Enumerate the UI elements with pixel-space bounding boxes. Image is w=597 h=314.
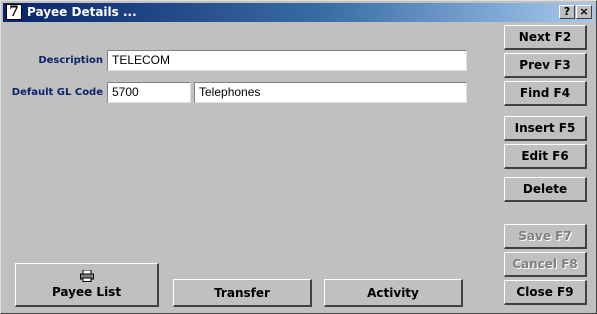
payee-list-label: Payee List [51,285,122,299]
delete-button[interactable]: Delete [504,177,587,202]
payee-details-window: 7 Payee Details ... ? × Description TELE… [0,0,597,314]
description-field[interactable]: TELECOM [107,50,467,71]
transfer-button[interactable]: Transfer [173,279,312,307]
title-bar[interactable]: 7 Payee Details ... ? × [3,3,594,22]
help-button[interactable]: ? [559,5,575,19]
printer-icon [79,270,94,282]
save-button[interactable]: Save F7 [504,224,587,249]
gl-code-field[interactable]: 5700 [107,82,191,103]
insert-button[interactable]: Insert F5 [504,116,587,141]
description-label: Description [38,55,103,66]
app-icon[interactable]: 7 [6,4,22,20]
close-window-button[interactable]: × [576,5,592,19]
gl-code-label: Default GL Code [11,87,103,98]
find-button[interactable]: Find F4 [504,81,587,106]
next-button[interactable]: Next F2 [504,25,587,50]
activity-button[interactable]: Activity [324,279,463,307]
cancel-button[interactable]: Cancel F8 [504,252,587,277]
payee-list-button[interactable]: Payee List [15,263,159,307]
prev-button[interactable]: Prev F3 [504,53,587,78]
gl-code-name-field[interactable]: Telephones [194,82,467,103]
window-title: Payee Details ... [27,5,137,19]
close-button[interactable]: Close F9 [504,280,587,305]
edit-button[interactable]: Edit F6 [504,144,587,169]
